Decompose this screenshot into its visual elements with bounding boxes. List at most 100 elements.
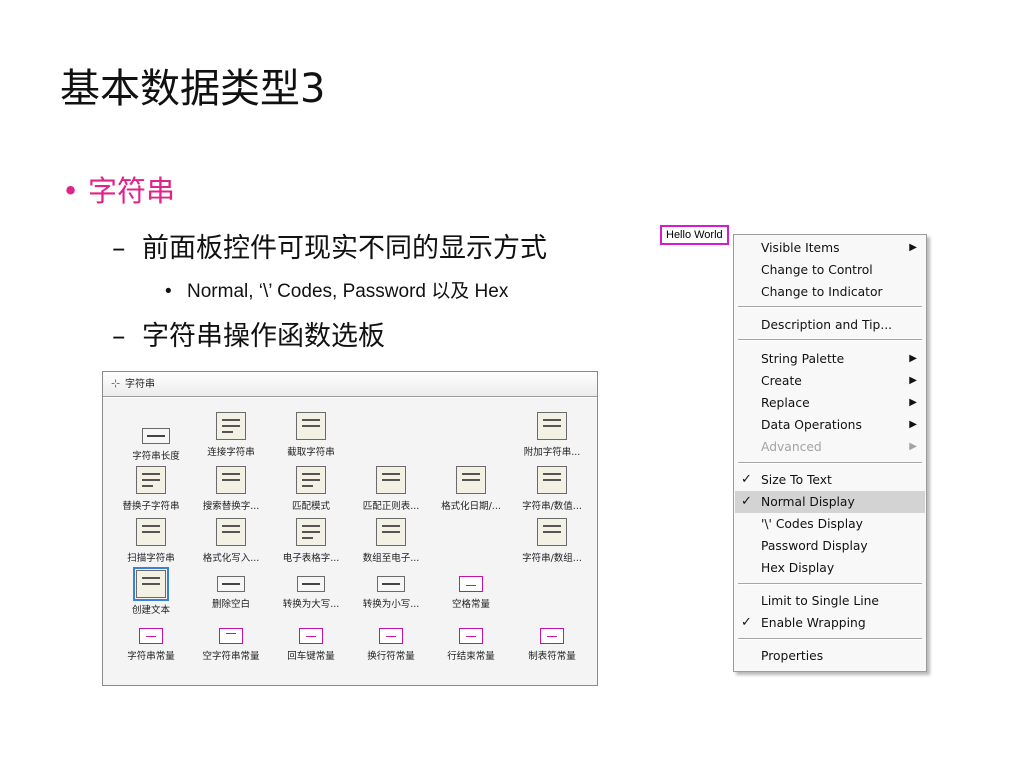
bullet-label: 字符串 [88,174,176,208]
palette-item-replace-substring[interactable]: 替换子字符串 [110,466,192,512]
chevron-right-icon: ▶ [909,242,917,253]
empty-string-icon [219,628,243,644]
scan-string-icon [136,518,166,546]
palette-item-string-array[interactable]: 字符串/数组... [511,518,593,564]
dash: – [112,321,126,352]
bullet-dot: • [62,174,80,208]
palette-item-empty-string[interactable]: 空字符串常量 [190,622,272,662]
checkmark-icon: ✓ [741,615,752,630]
bullet-strings: • 字符串 [62,168,175,210]
menu-item-string-palette[interactable]: String Palette ▶ [735,348,925,370]
palette-item-string-length[interactable]: 字符串长度 [115,422,197,462]
palette-item-build-text[interactable]: 创建文本 [110,567,192,616]
palette-item-trim-whitespace[interactable]: 删除空白 [190,570,272,610]
palette-item-scan-string[interactable]: 扫描字符串 [110,518,192,564]
palette-item-end-of-line[interactable]: 行结束常量 [430,622,512,662]
array-spreadsheet-icon [376,518,406,546]
menu-item-hex-display[interactable]: Hex Display [735,557,925,579]
regex-icon [376,466,406,494]
tab-constant-icon [540,628,564,644]
palette-item-spreadsheet-string[interactable]: 电子表格字... [270,518,352,564]
palette-header: ⊹ 字符串 [103,372,597,397]
line-feed-icon [379,628,403,644]
menu-separator [738,462,922,464]
chevron-right-icon: ▶ [909,397,917,408]
chevron-right-icon: ▶ [909,441,917,452]
sub-bullet-display: – 前面板控件可现实不同的显示方式 [112,226,547,265]
menu-item-limit-single-line[interactable]: Limit to Single Line [735,590,925,612]
clock-icon [456,466,486,494]
menu-separator [738,306,922,308]
chevron-right-icon: ▶ [909,375,917,386]
palette-item-format-date[interactable]: 格式化日期/... [430,466,512,512]
menu-item-password-display[interactable]: Password Display [735,535,925,557]
checkmark-icon: ✓ [741,472,752,487]
palette-item-carriage-return[interactable]: 回车键常量 [270,622,352,662]
menu-separator [738,339,922,341]
build-text-icon [133,567,169,601]
chevron-right-icon: ▶ [909,353,917,364]
bullet-dot: • [165,281,172,302]
palette-item-space-constant[interactable]: 空格常量 [430,570,512,610]
chevron-right-icon: ▶ [909,419,917,430]
sub-bullet-palette: – 字符串操作函数选板 [112,314,385,353]
string-length-icon [142,428,170,444]
palette-item-string-number[interactable]: 字符串/数值... [511,466,593,512]
end-of-line-icon [459,628,483,644]
folder-icon [537,518,567,546]
string-subset-icon [296,412,326,440]
palette-item-line-feed[interactable]: 换行符常量 [350,622,432,662]
pin-icon[interactable]: ⊹ [111,372,125,396]
palette-item-string-constant[interactable]: 字符串常量 [110,622,192,662]
palette-item-string-subset[interactable]: 截取字符串 [270,412,352,458]
palette-item-format-into[interactable]: 格式化写入... [190,518,272,564]
format-into-icon [216,518,246,546]
sub-sub-bullet: • Normal, ‘\’ Codes, Password 以及 Hex [165,276,508,303]
number-convert-icon [537,466,567,494]
palette-item-array-to-spreadsheet[interactable]: 数组至电子... [350,518,432,564]
menu-item-description-tip[interactable]: Description and Tip... [735,314,925,336]
palette-item-to-upper[interactable]: 转换为大写... [270,570,352,610]
menu-item-codes-display[interactable]: '\' Codes Display [735,513,925,535]
palette-item-match-regex[interactable]: 匹配正则表... [350,466,432,512]
menu-item-properties[interactable]: Properties [735,645,925,667]
match-pattern-icon [296,466,326,494]
spreadsheet-icon [296,518,326,546]
replace-substring-icon [136,466,166,494]
menu-separator [738,638,922,640]
checkmark-icon: ✓ [741,494,752,509]
trim-whitespace-icon [217,576,245,592]
palette-title: 字符串 [125,379,155,390]
menu-item-change-to-indicator[interactable]: Change to Indicator [735,281,925,303]
uppercase-icon [297,576,325,592]
context-menu: Visible Items ▶ Change to Control Change … [733,234,927,672]
string-control[interactable]: Hello World [660,225,729,245]
slide-title: 基本数据类型3 [60,66,326,112]
palette-item-concatenate[interactable]: 连接字符串 [190,412,272,458]
palette-grid: 字符串长度 连接字符串 截取字符串 附加字符串... 替换子字符串 搜索替换字.… [103,397,597,685]
palette-item-additional-string[interactable]: 附加字符串... [511,412,593,458]
menu-item-change-to-control[interactable]: Change to Control [735,259,925,281]
menu-item-advanced: Advanced ▶ [735,436,925,458]
menu-item-replace[interactable]: Replace ▶ [735,392,925,414]
palette-item-match-pattern[interactable]: 匹配模式 [270,466,352,512]
folder-icon [537,412,567,440]
palette-item-search-replace[interactable]: 搜索替换字... [190,466,272,512]
search-replace-icon [216,466,246,494]
space-constant-icon [459,576,483,592]
menu-item-create[interactable]: Create ▶ [735,370,925,392]
string-palette-window: ⊹ 字符串 字符串长度 连接字符串 截取字符串 附加字符串... 替换子字符串 搜… [102,371,598,686]
menu-separator [738,583,922,585]
menu-item-size-to-text[interactable]: ✓ Size To Text [735,469,925,491]
menu-item-normal-display[interactable]: ✓ Normal Display [735,491,925,513]
sub-bullet-palette-label: 字符串操作函数选板 [142,321,385,352]
palette-item-tab-constant[interactable]: 制表符常量 [511,622,593,662]
menu-item-visible-items[interactable]: Visible Items ▶ [735,237,925,259]
sub-bullet-display-label: 前面板控件可现实不同的显示方式 [142,233,547,264]
palette-item-to-lower[interactable]: 转换为小写... [350,570,432,610]
menu-item-enable-wrapping[interactable]: ✓ Enable Wrapping [735,612,925,634]
string-constant-icon [139,628,163,644]
menu-item-data-operations[interactable]: Data Operations ▶ [735,414,925,436]
dash: – [112,233,126,264]
carriage-return-icon [299,628,323,644]
